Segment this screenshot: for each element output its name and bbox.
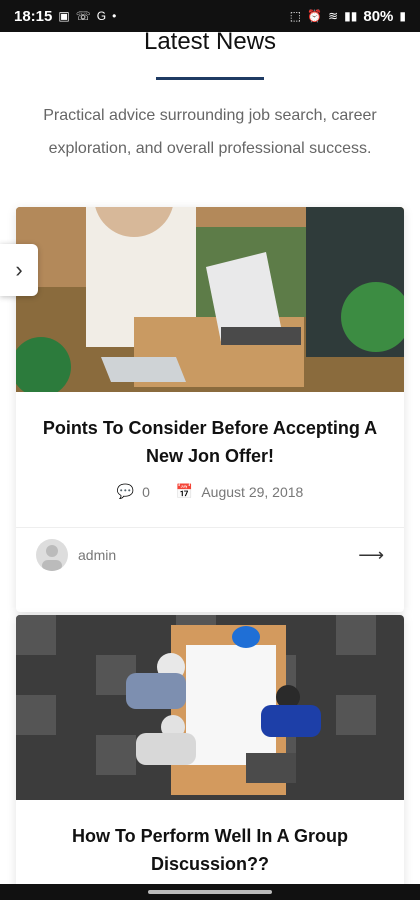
post-card[interactable]: How To Perform Well In A Group Discussio… bbox=[16, 615, 404, 884]
post-card[interactable]: Points To Consider Before Accepting A Ne… bbox=[16, 207, 404, 612]
g-icon: G bbox=[96, 9, 107, 23]
gallery-icon: ▣ bbox=[58, 9, 70, 23]
battery-level: 80% bbox=[363, 7, 394, 25]
post-image bbox=[16, 615, 404, 800]
status-bar: 18:15 ▣ ☏ G • ⬚ ⏰ ≋ ▮▮ 80% ▮ bbox=[0, 0, 420, 32]
alarm-icon: ⏰ bbox=[307, 9, 323, 23]
calendar-icon: 📅 bbox=[175, 483, 194, 499]
title-underline bbox=[156, 77, 264, 80]
post-date: 📅 August 29, 2018 bbox=[175, 483, 304, 500]
wifi-icon: ≋ bbox=[328, 9, 339, 23]
slider-next-button[interactable]: › bbox=[0, 244, 38, 296]
wifi-call-icon: ☏ bbox=[75, 9, 91, 23]
author[interactable]: admin bbox=[36, 539, 116, 571]
section-subtitle: Practical advice surrounding job search,… bbox=[43, 107, 377, 157]
signal-icon: ▮▮ bbox=[344, 9, 358, 23]
comment-count: 💬 0 bbox=[116, 483, 150, 500]
battery-icon: ▮ bbox=[399, 9, 406, 23]
navigation-bar bbox=[0, 884, 420, 900]
page-content: Latest News Practical advice surrounding… bbox=[0, 32, 420, 884]
author-name: admin bbox=[78, 547, 117, 563]
post-title[interactable]: Points To Consider Before Accepting A Ne… bbox=[36, 414, 384, 470]
post-title[interactable]: How To Perform Well In A Group Discussio… bbox=[36, 822, 384, 878]
post-image bbox=[16, 207, 404, 392]
comment-icon: 💬 bbox=[116, 483, 135, 499]
dot-icon: • bbox=[112, 9, 117, 23]
home-handle[interactable] bbox=[148, 890, 272, 894]
chevron-right-icon: › bbox=[15, 257, 23, 282]
lock-icon: ⬚ bbox=[289, 9, 302, 23]
section-title: Latest News bbox=[143, 32, 277, 55]
avatar bbox=[36, 539, 68, 571]
card-footer: admin ⟶ bbox=[16, 527, 404, 582]
post-meta: 💬 0 📅 August 29, 2018 bbox=[16, 483, 404, 500]
read-more-arrow-icon[interactable]: ⟶ bbox=[358, 545, 384, 566]
status-time: 18:15 bbox=[14, 7, 53, 25]
